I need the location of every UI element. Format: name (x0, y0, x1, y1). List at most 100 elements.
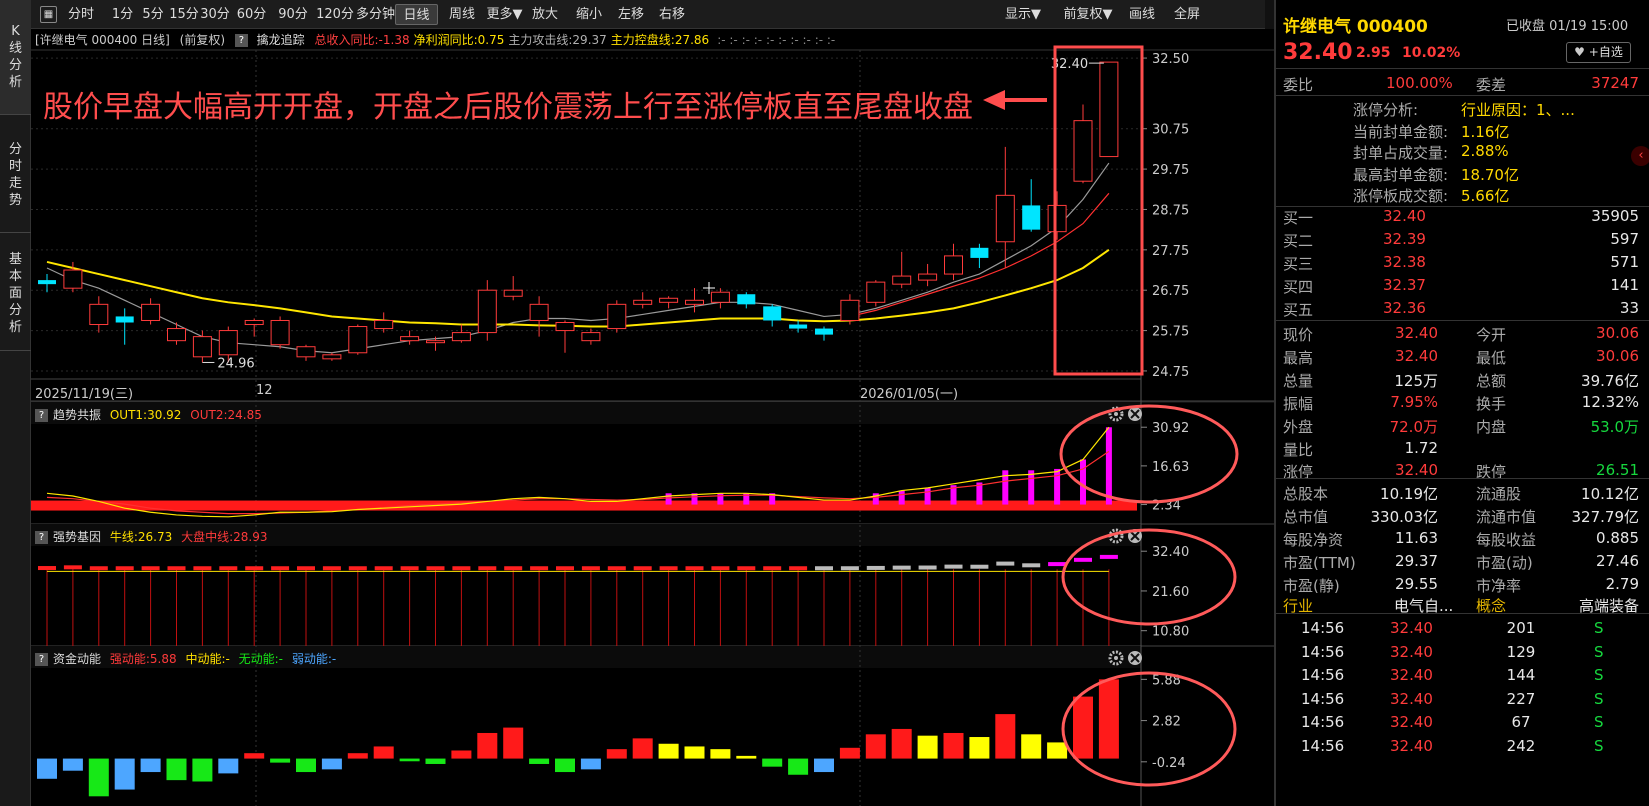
toolbar-button-3[interactable]: 15分 (169, 4, 199, 25)
help-icon[interactable]: ? (35, 409, 48, 422)
sub3-bar (373, 746, 394, 759)
close-icon[interactable] (1128, 407, 1142, 421)
candle-body[interactable] (815, 328, 833, 335)
toolbar-button-8[interactable]: 多分钟 (356, 4, 395, 25)
candle-body[interactable] (400, 336, 420, 342)
candle-body[interactable] (840, 299, 860, 321)
toolbar-button-1[interactable]: 1分 (108, 4, 137, 25)
collapse-arrow-icon[interactable]: ‹ (1631, 146, 1649, 166)
help-icon[interactable]: ? (35, 531, 48, 544)
left-tab-1[interactable]: K线分析 (0, 0, 31, 115)
sub3-tick-label: -0.24 (1152, 756, 1186, 771)
sub2-tick-label: 32.40 (1152, 545, 1189, 560)
toolbar-button-9[interactable]: 日线 (395, 4, 438, 25)
candle-body[interactable] (322, 354, 342, 360)
zt-label: 封单占成交量: (1353, 144, 1449, 163)
candle-body[interactable] (192, 336, 212, 358)
candle-body[interactable] (607, 303, 627, 330)
fund-row: 总股本 10.19亿 流通股 10.12亿 (1276, 481, 1649, 504)
sub1-name[interactable]: 趋势共振 (53, 408, 101, 422)
candle-body[interactable] (503, 289, 523, 297)
bid-row: 买三 32.38 571 (1276, 251, 1649, 274)
left-tab-3[interactable]: 基本面分析 (0, 236, 31, 351)
toolbar-button-13[interactable]: 缩小 (567, 4, 611, 25)
sub2-bar (219, 566, 238, 571)
candle-body[interactable] (918, 273, 938, 281)
quote-label: 最高 (1283, 349, 1314, 367)
candle-body[interactable] (63, 269, 83, 289)
quote-row: 总量 125万 总额 39.76亿 (1276, 368, 1649, 391)
toolbar-button-10[interactable]: 周线 (438, 4, 486, 25)
indicator-name[interactable]: 擒龙追踪 (257, 33, 305, 47)
candle-body[interactable] (38, 280, 56, 285)
candle-body[interactable] (477, 289, 497, 334)
toolbar-button-4[interactable]: 30分 (199, 4, 231, 25)
indicator-value-1: 净利润同比:0.75 (413, 33, 505, 47)
zt-label: 最高封单金额: (1353, 165, 1449, 184)
candle-body[interactable] (581, 332, 601, 342)
candle-body[interactable] (763, 306, 782, 321)
candle-body[interactable] (995, 194, 1015, 243)
toolbar-right-button-1[interactable]: 前复权▼ (1057, 4, 1119, 25)
sub3-bar (1047, 742, 1068, 759)
candle-body[interactable] (115, 316, 134, 323)
candle-body[interactable] (218, 330, 238, 356)
left-tab-2[interactable]: 分时走势 (0, 118, 31, 233)
sub2-header: ? 强势基因 牛线:26.73 大盘中线:28.93 (35, 528, 267, 545)
toolbar-button-5[interactable]: 60分 (231, 4, 272, 25)
toolbar-button-12[interactable]: 放大 (523, 4, 567, 25)
candle-body[interactable] (710, 291, 730, 303)
sub3-medium: 中动能:- (185, 652, 230, 666)
candle-body[interactable] (970, 247, 989, 258)
candle-body[interactable] (1099, 61, 1119, 158)
toolbar-button-2[interactable]: 5分 (137, 4, 169, 25)
candle-body[interactable] (529, 303, 549, 321)
sub2-name[interactable]: 强势基因 (53, 530, 101, 544)
candle-body[interactable] (633, 299, 653, 305)
help-icon[interactable]: ? (35, 653, 48, 666)
candle-body[interactable] (244, 319, 264, 326)
toolbar-menu-icon[interactable]: ▦ (40, 6, 57, 23)
candle-body[interactable] (1022, 205, 1041, 230)
candle-body[interactable] (1073, 120, 1093, 182)
candle-body[interactable] (89, 303, 109, 326)
candle-body[interactable] (866, 281, 886, 303)
candle-body[interactable] (348, 326, 368, 354)
candle-body[interactable] (685, 299, 704, 305)
toolbar-button-6[interactable]: 90分 (272, 4, 314, 25)
candle-body[interactable] (892, 275, 912, 285)
candle-body[interactable] (659, 297, 679, 303)
close-icon[interactable] (1128, 651, 1142, 665)
sub2-bar (193, 566, 212, 571)
sub3-name[interactable]: 资金动能 (53, 652, 101, 666)
candle-body[interactable] (789, 324, 808, 329)
candle-body[interactable] (167, 328, 186, 342)
toolbar-right-button-0[interactable]: 显示▼ (997, 4, 1049, 25)
candle-body[interactable] (451, 332, 471, 342)
toolbar-right-button-2[interactable]: 画线 (1124, 4, 1160, 25)
help-icon[interactable]: ? (234, 34, 248, 47)
candle-body[interactable] (296, 346, 316, 358)
sub2-mid: 大盘中线:28.93 (181, 530, 268, 544)
candle-body[interactable] (270, 319, 290, 346)
indicator-value-2: 主力攻击线:29.37 (508, 33, 607, 47)
toolbar-button-7[interactable]: 120分 (314, 4, 356, 25)
date-label-end: 2026/01/05(一) (860, 387, 959, 402)
candle-body[interactable] (1047, 204, 1067, 233)
sub3-bar (658, 743, 679, 759)
sub3-bar (296, 758, 316, 773)
candle-body[interactable] (426, 340, 445, 344)
toolbar-button-15[interactable]: 右移 (651, 4, 693, 25)
candle-body[interactable] (374, 319, 394, 330)
toolbar-button-11[interactable]: 更多▼ (486, 4, 523, 25)
toolbar-button-14[interactable]: 左移 (611, 4, 651, 25)
candle-body[interactable] (944, 255, 963, 275)
candle-body[interactable] (737, 294, 756, 305)
toolbar-button-0[interactable]: 分时 (61, 4, 101, 25)
candle-body[interactable] (141, 303, 161, 321)
add-watchlist-button[interactable]: ♥ +自选 (1566, 42, 1631, 63)
zt-value: 行业原因：1、... (1461, 101, 1575, 119)
toolbar-right-button-3[interactable]: 全屏 (1166, 4, 1208, 25)
chart-area[interactable]: 32.50 30.75 29.75 28.75 27.75 26.75 25.75 24.75… (31, 29, 1274, 806)
candle-body[interactable] (555, 322, 575, 332)
